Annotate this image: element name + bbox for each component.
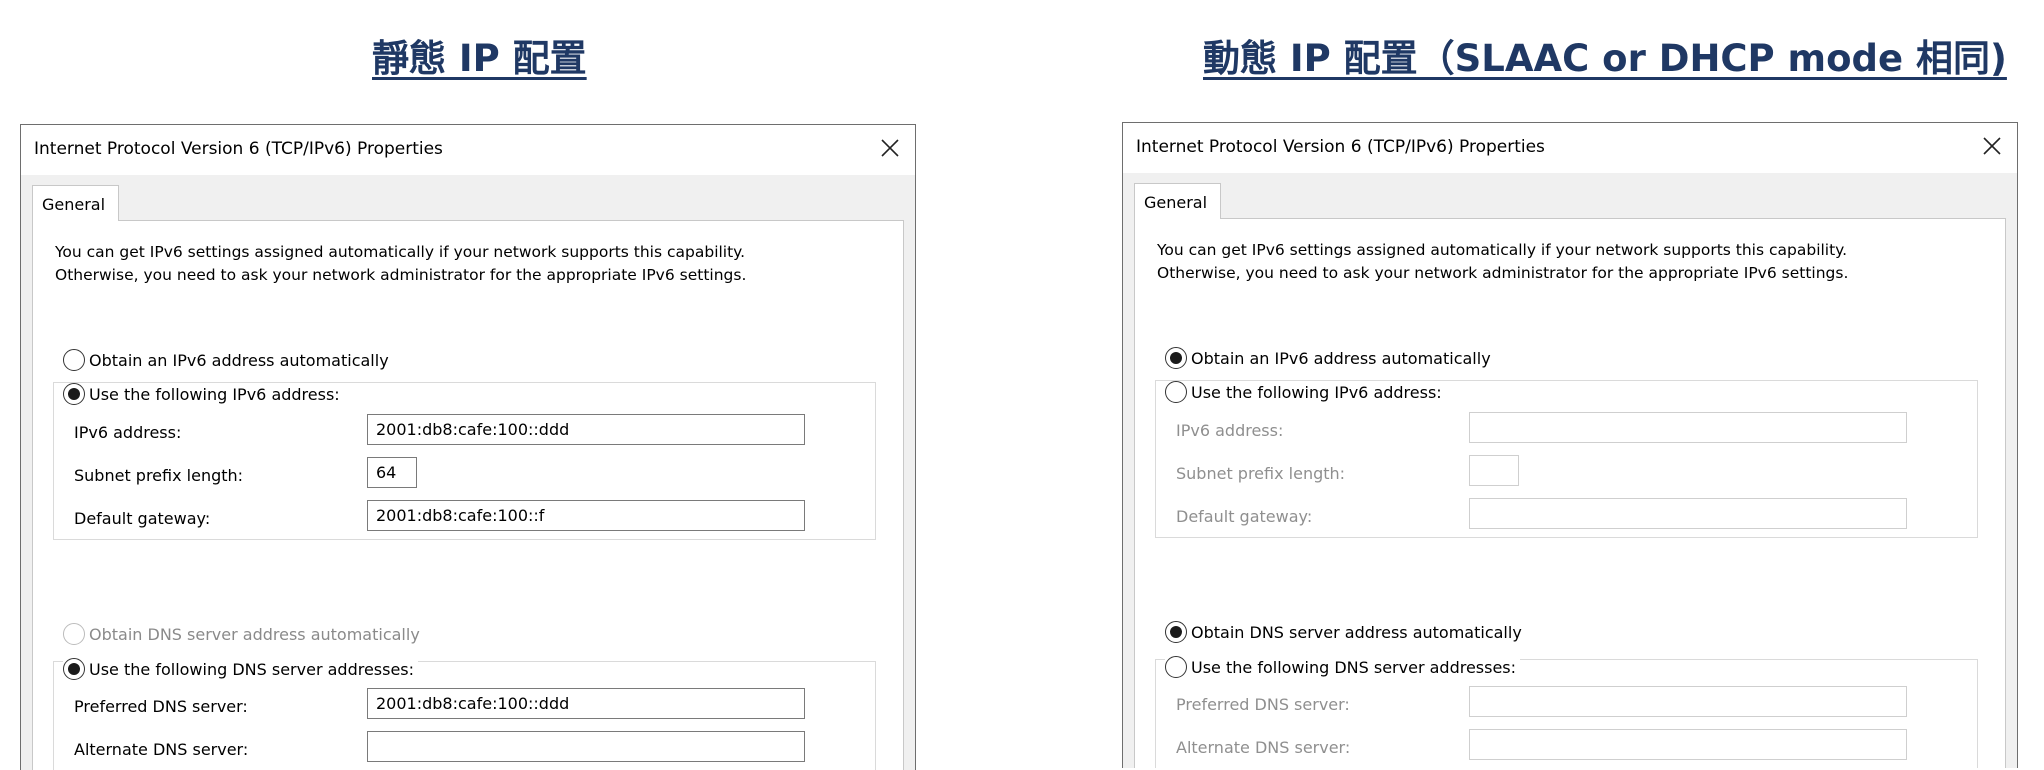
- general-panel: You can get IPv6 settings assigned autom…: [1134, 218, 2006, 768]
- dialog-body: General You can get IPv6 settings assign…: [21, 175, 915, 770]
- use-dns-label: Use the following DNS server addresses:: [1191, 657, 1517, 677]
- gateway-label: Default gateway:: [1176, 507, 1313, 526]
- close-icon[interactable]: [1981, 135, 2003, 157]
- static-ip-heading: 靜態 IP 配置: [372, 37, 587, 80]
- gateway-input: [1469, 498, 1907, 529]
- intro-line-1: You can get IPv6 settings assigned autom…: [1157, 241, 1848, 259]
- preferred-dns-label: Preferred DNS server:: [1176, 695, 1350, 714]
- prefix-length-label: Subnet prefix length:: [74, 466, 244, 485]
- radio-button[interactable]: [63, 658, 85, 680]
- obtain-ip-radio-option[interactable]: Obtain an IPv6 address automatically: [63, 349, 393, 371]
- tab-general[interactable]: General: [32, 185, 119, 221]
- use-ip-radio-option[interactable]: Use the following IPv6 address:: [63, 383, 344, 405]
- intro-line-2: Otherwise, you need to ask your network …: [1157, 264, 1849, 282]
- tab-general[interactable]: General: [1134, 183, 1221, 219]
- intro-line-2: Otherwise, you need to ask your network …: [55, 266, 747, 284]
- intro-text: You can get IPv6 settings assigned autom…: [55, 241, 746, 287]
- ipv6-address-label: IPv6 address:: [74, 423, 182, 442]
- ipv6-properties-dialog-static: Internet Protocol Version 6 (TCP/IPv6) P…: [20, 124, 916, 770]
- obtain-ip-label: Obtain an IPv6 address automatically: [89, 350, 389, 370]
- ipv6-address-label: IPv6 address:: [1176, 421, 1284, 440]
- preferred-dns-input[interactable]: 2001:db8:cafe:100::ddd: [367, 688, 805, 719]
- intro-text: You can get IPv6 settings assigned autom…: [1157, 239, 1848, 285]
- obtain-dns-radio-option[interactable]: Obtain DNS server address automatically: [1165, 621, 1526, 643]
- preferred-dns-input: [1469, 686, 1907, 717]
- prefix-length-input[interactable]: 64: [367, 457, 417, 488]
- use-ip-label: Use the following IPv6 address:: [1191, 382, 1442, 402]
- radio-button: [63, 623, 85, 645]
- ipv6-address-input[interactable]: 2001:db8:cafe:100::ddd: [367, 414, 805, 445]
- obtain-dns-label: Obtain DNS server address automatically: [89, 624, 420, 644]
- dialog-titlebar: Internet Protocol Version 6 (TCP/IPv6) P…: [1123, 123, 2017, 173]
- use-dns-label: Use the following DNS server addresses:: [89, 659, 415, 679]
- close-icon[interactable]: [879, 137, 901, 159]
- obtain-ip-radio-option[interactable]: Obtain an IPv6 address automatically: [1165, 347, 1495, 369]
- alternate-dns-label: Alternate DNS server:: [1176, 738, 1351, 757]
- alternate-dns-input[interactable]: [367, 731, 805, 762]
- radio-button[interactable]: [1165, 347, 1187, 369]
- dialog-titlebar: Internet Protocol Version 6 (TCP/IPv6) P…: [21, 125, 915, 175]
- dialog-title: Internet Protocol Version 6 (TCP/IPv6) P…: [1136, 137, 1545, 157]
- general-panel: You can get IPv6 settings assigned autom…: [32, 220, 904, 770]
- dialog-title: Internet Protocol Version 6 (TCP/IPv6) P…: [34, 139, 443, 159]
- radio-button[interactable]: [1165, 621, 1187, 643]
- radio-button[interactable]: [1165, 381, 1187, 403]
- obtain-dns-label: Obtain DNS server address automatically: [1191, 622, 1522, 642]
- radio-button[interactable]: [1165, 656, 1187, 678]
- radio-button[interactable]: [63, 383, 85, 405]
- ipv6-properties-dialog-dynamic: Internet Protocol Version 6 (TCP/IPv6) P…: [1122, 122, 2018, 768]
- prefix-length-input: [1469, 455, 1519, 486]
- alternate-dns-input: [1469, 729, 1907, 760]
- use-ip-label: Use the following IPv6 address:: [89, 384, 340, 404]
- obtain-ip-label: Obtain an IPv6 address automatically: [1191, 348, 1491, 368]
- gateway-label: Default gateway:: [74, 509, 211, 528]
- radio-button[interactable]: [63, 349, 85, 371]
- intro-line-1: You can get IPv6 settings assigned autom…: [55, 243, 746, 261]
- gateway-input[interactable]: 2001:db8:cafe:100::f: [367, 500, 805, 531]
- prefix-length-label: Subnet prefix length:: [1176, 464, 1346, 483]
- use-dns-radio-option[interactable]: Use the following DNS server addresses:: [1165, 656, 1521, 678]
- obtain-dns-radio-option: Obtain DNS server address automatically: [63, 623, 424, 645]
- preferred-dns-label: Preferred DNS server:: [74, 697, 248, 716]
- dialog-body: General You can get IPv6 settings assign…: [1123, 173, 2017, 768]
- alternate-dns-label: Alternate DNS server:: [74, 740, 249, 759]
- dynamic-ip-heading: 動態 IP 配置（SLAAC or DHCP mode 相同): [1203, 37, 2007, 80]
- use-ip-radio-option[interactable]: Use the following IPv6 address:: [1165, 381, 1446, 403]
- ipv6-address-input: [1469, 412, 1907, 443]
- use-dns-radio-option[interactable]: Use the following DNS server addresses:: [63, 658, 419, 680]
